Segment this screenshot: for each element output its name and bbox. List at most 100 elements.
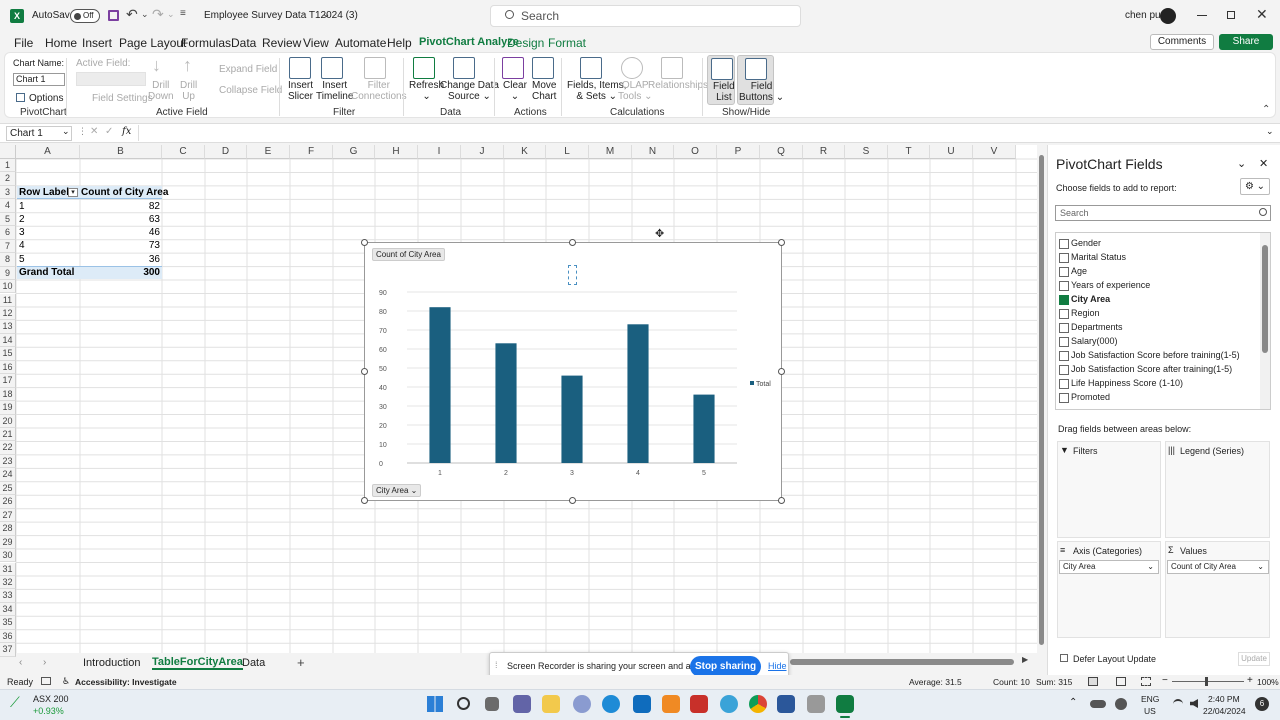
field-item[interactable]: Job Satisfaction Score after training(1-… [1059,364,1232,376]
ribbon-collapse-icon[interactable]: ⌃ [1262,104,1270,115]
legend-label[interactable]: Total [756,381,771,388]
field-list-scrollbar[interactable] [1260,233,1270,409]
tab-pivotchart-analyze[interactable]: PivotChart Analyze [419,36,519,54]
horizontal-scroll-thumb[interactable] [790,659,1014,665]
column-header-l[interactable]: L [546,145,589,159]
clock-time[interactable]: 2:40 PM [1208,694,1240,704]
row-header-3[interactable]: 3 [0,185,16,200]
tab-file[interactable]: File [14,36,33,50]
collapse-field-button[interactable]: Collapse Field [219,85,282,96]
pane-settings-button[interactable]: ⚙ ⌄ [1240,178,1270,195]
lang-region[interactable]: US [1144,706,1156,716]
row-header-19[interactable]: 19 [0,401,16,415]
row-header-34[interactable]: 34 [0,602,16,617]
field-buttons-button[interactable]: Field Buttons ⌄ [737,55,784,105]
axis-field-dropdown[interactable]: City Area ⌄ [1059,560,1159,574]
column-header-e[interactable]: E [247,145,290,159]
tab-review[interactable]: Review [262,36,301,50]
title-dropdown-icon[interactable]: ⌄ [322,9,330,20]
resize-handle-bottom[interactable] [569,497,576,504]
tab-home[interactable]: Home [45,36,77,50]
stop-sharing-button[interactable]: Stop sharing [690,656,761,677]
grand-total-value[interactable]: 300 [120,266,162,279]
onedrive-icon[interactable] [1090,700,1106,708]
column-header-b[interactable]: B [80,145,162,159]
field-item[interactable]: Job Satisfaction Score before training(1… [1059,350,1240,362]
resize-handle-left[interactable] [361,368,368,375]
pivot-row-label[interactable]: 1 [17,200,27,213]
zoom-slider[interactable] [1172,681,1244,682]
select-all-corner[interactable] [0,145,16,159]
status-average[interactable]: Average: 31.5 [909,677,962,687]
relationships-button[interactable]: Relationships [648,80,708,91]
filter-connections-button[interactable]: Filter Connections [351,80,407,102]
next-sheet-icon[interactable]: › [43,657,46,668]
field-search-input[interactable]: Search [1055,205,1271,221]
pivot-row-value[interactable]: 82 [120,200,162,213]
prev-sheet-icon[interactable]: ‹ [19,657,22,668]
network-icon[interactable] [1173,699,1183,709]
count-header[interactable]: Count of City Area [79,186,170,199]
lang-code[interactable]: ENG [1141,694,1159,704]
row-header-37[interactable]: 37 [0,643,16,657]
status-count[interactable]: Count: 10 [993,677,1030,687]
column-header-q[interactable]: Q [760,145,803,159]
vertical-scroll-thumb[interactable] [1039,155,1044,645]
tab-data[interactable]: Data [231,36,256,50]
resize-handle-top-right[interactable] [778,239,785,246]
options-button[interactable]: Options [29,93,63,104]
column-header-c[interactable]: C [162,145,205,159]
pivot-chart[interactable]: 0 10 20 30 40 50 60 70 80 90 1 2 3 4 5 Total Count of C… [364,242,782,501]
formula-input[interactable] [138,125,1268,141]
chart-title-placeholder[interactable] [568,265,577,285]
column-header-n[interactable]: N [632,145,674,159]
powerpoint-icon[interactable] [807,695,825,713]
comments-button[interactable]: Comments [1150,34,1214,50]
teams-icon[interactable] [513,695,531,713]
pivot-row-label[interactable]: 5 [17,253,27,266]
row-header-11[interactable]: 11 [0,293,16,307]
row-header-4[interactable]: 4 [0,199,16,213]
row-header-20[interactable]: 20 [0,414,16,428]
tab-formulas[interactable]: Formulas [181,36,231,50]
row-header-18[interactable]: 18 [0,387,16,402]
row-header-15[interactable]: 15 [0,347,16,361]
pivot-row-value[interactable]: 63 [120,213,162,226]
row-header-23[interactable]: 23 [0,454,16,469]
bar-3[interactable] [561,375,583,463]
photos-icon[interactable] [662,695,680,713]
row-header-25[interactable]: 25 [0,481,16,496]
row-header-6[interactable]: 6 [0,226,16,240]
user-name[interactable]: chen pu [1125,10,1161,21]
insert-function-icon[interactable]: fx [122,126,131,137]
autosave-toggle[interactable]: Off [70,9,100,23]
file-explorer-icon[interactable] [542,695,560,713]
value-field-button[interactable]: Count of City Area [372,248,445,261]
chart-name-input[interactable]: Chart 1 [13,73,65,86]
redo-dropdown-icon[interactable]: ⌄ [167,9,175,20]
close-icon[interactable]: ✕ [1256,6,1268,23]
store-icon[interactable] [633,695,651,713]
l-app-icon[interactable] [690,695,708,713]
stock-name[interactable]: ASX 200 [33,694,69,704]
field-settings-button[interactable]: Field Settings [92,93,153,104]
row-header-32[interactable]: 32 [0,575,16,590]
formula-expand-icon[interactable]: ⌄ [1266,126,1274,137]
undo-icon[interactable]: ↶ [126,6,138,23]
row-header-8[interactable]: 8 [0,253,16,267]
tab-design[interactable]: Design [507,36,544,50]
taskbar-excel-icon[interactable] [836,695,854,713]
row-header-7[interactable]: 7 [0,239,16,254]
clear-button[interactable]: Clear ⌄ [503,80,527,102]
pane-collapse-icon[interactable]: ⌄ [1237,157,1246,170]
row-header-33[interactable]: 33 [0,589,16,603]
column-header-r[interactable]: R [803,145,845,159]
bar-2[interactable] [495,343,517,463]
tray-overflow-icon[interactable]: ⌃ [1069,697,1077,708]
vertical-scrollbar[interactable] [1037,145,1046,653]
row-header-27[interactable]: 27 [0,508,16,523]
page-layout-view-icon[interactable] [1116,677,1126,686]
row-header-12[interactable]: 12 [0,306,16,321]
edge-icon[interactable] [602,695,620,713]
row-header-26[interactable]: 26 [0,495,16,509]
